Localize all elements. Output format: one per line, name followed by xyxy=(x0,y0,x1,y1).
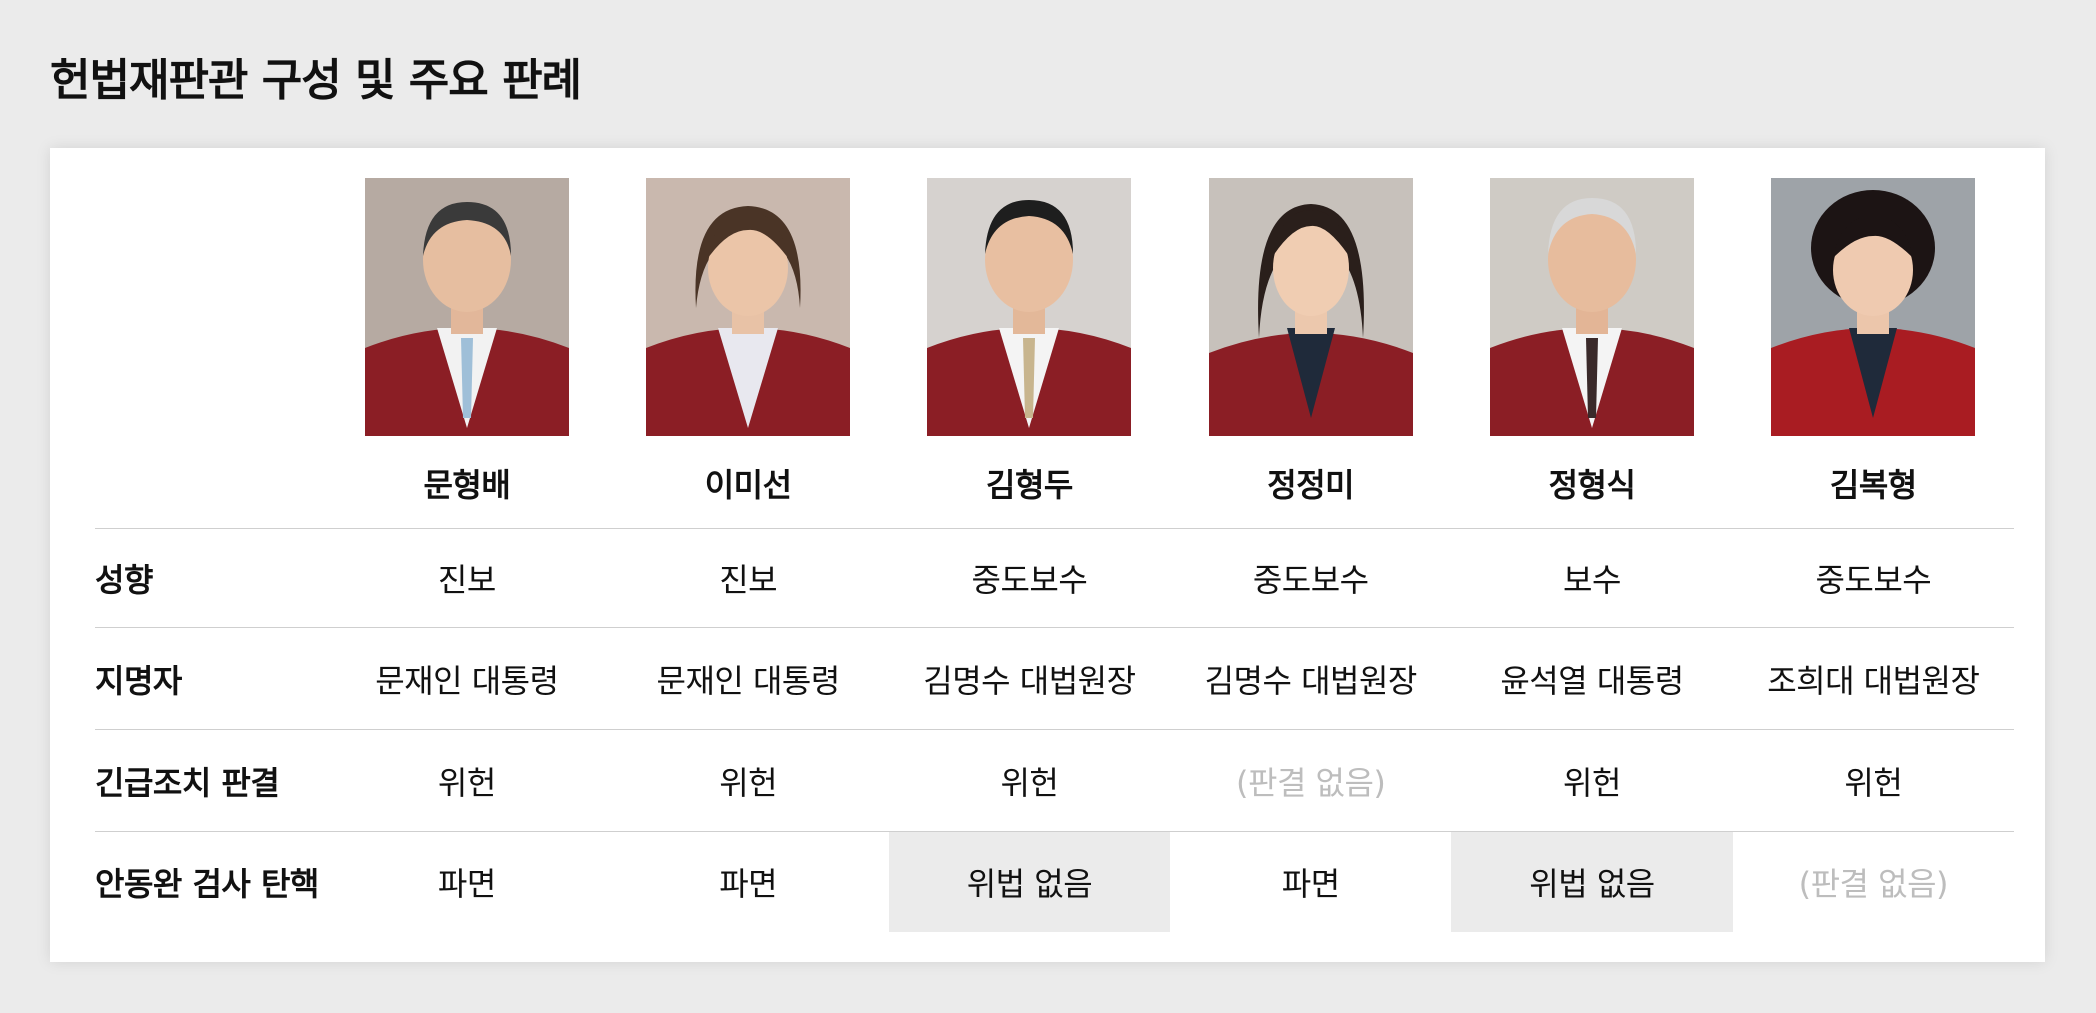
row-label: 지명자 xyxy=(95,627,327,730)
table-cell: 중도보수 xyxy=(1170,528,1452,628)
table-cell: 중도보수 xyxy=(1732,528,2014,628)
judge-portrait-icon xyxy=(1208,178,1413,436)
table-cell: 윤석열 대통령 xyxy=(1451,627,1733,730)
table-row: 안동완 검사 탄핵 파면 파면 위법 없음 파면 위법 없음 (판결 없음) xyxy=(95,831,2014,932)
judge-portrait-icon xyxy=(646,178,851,436)
table-row: 긴급조치 판결 위헌 위헌 위헌 (판결 없음) 위헌 위헌 xyxy=(95,729,2014,832)
header-corner-cell xyxy=(95,178,327,529)
table-cell: 보수 xyxy=(1451,528,1733,628)
judge-name: 김형두 xyxy=(986,466,1073,504)
judge-column-header: 이미선 xyxy=(607,178,889,529)
table-cell: 진보 xyxy=(607,528,889,628)
table-cell-highlighted: 위법 없음 xyxy=(1451,831,1733,932)
table-cell: 중도보수 xyxy=(888,528,1171,628)
judge-portrait-icon xyxy=(364,178,569,436)
row-label: 안동완 검사 탄핵 xyxy=(95,865,319,903)
table-cell: 파면 xyxy=(1281,865,1340,903)
table-cell-no-ruling: (판결 없음) xyxy=(1798,865,1949,903)
judge-name: 김복형 xyxy=(1829,466,1917,504)
table-cell: 김명수 대법원장 xyxy=(888,627,1171,730)
judge-column-header: 정정미 xyxy=(1170,178,1452,529)
table-cell: 조희대 대법원장 xyxy=(1732,627,2014,730)
row-label: 긴급조치 판결 xyxy=(95,729,327,832)
table-cell: 위헌 xyxy=(1732,729,2014,832)
table-cell: 위헌 xyxy=(888,729,1171,832)
judge-column-header: 문형배 xyxy=(326,178,608,529)
judge-name: 문형배 xyxy=(423,466,511,504)
judge-portrait-icon xyxy=(1490,178,1694,436)
judge-portrait-icon xyxy=(927,178,1132,436)
judges-table-card: 문형배 이미선 김형두 정정미 정형식 김복형 성향 진보 진보 중도보수 중도… xyxy=(50,148,2045,962)
judge-column-header: 정형식 xyxy=(1451,178,1733,529)
table-cell: 파면 xyxy=(437,865,496,903)
judges-table: 문형배 이미선 김형두 정정미 정형식 김복형 성향 진보 진보 중도보수 중도… xyxy=(95,178,2014,932)
table-cell: 위헌 xyxy=(607,729,889,832)
table-cell-no-ruling: (판결 없음) xyxy=(1170,729,1452,832)
judge-name: 정형식 xyxy=(1548,466,1636,504)
judge-header-row: 문형배 이미선 김형두 정정미 정형식 김복형 xyxy=(95,178,2014,529)
judge-portrait-icon xyxy=(1771,178,1976,436)
table-cell-highlighted: 위법 없음 xyxy=(888,831,1171,932)
table-cell: 위헌 xyxy=(1451,729,1733,832)
table-row: 지명자 문재인 대통령 문재인 대통령 김명수 대법원장 김명수 대법원장 윤석… xyxy=(95,627,2014,730)
table-cell: 파면 xyxy=(719,865,778,903)
judge-name: 이미선 xyxy=(704,466,792,504)
table-cell: 위헌 xyxy=(326,729,608,832)
table-cell: 진보 xyxy=(326,528,608,628)
table-row: 성향 진보 진보 중도보수 중도보수 보수 중도보수 xyxy=(95,528,2014,628)
table-cell: 문재인 대통령 xyxy=(326,627,608,730)
row-label: 성향 xyxy=(95,528,327,628)
judge-column-header: 김복형 xyxy=(1732,178,2014,529)
judge-column-header: 김형두 xyxy=(888,178,1171,529)
judge-name: 정정미 xyxy=(1267,466,1355,504)
table-cell: 문재인 대통령 xyxy=(607,627,889,730)
page-title: 헌법재판관 구성 및 주요 판례 xyxy=(50,55,582,106)
table-cell: 김명수 대법원장 xyxy=(1170,627,1452,730)
